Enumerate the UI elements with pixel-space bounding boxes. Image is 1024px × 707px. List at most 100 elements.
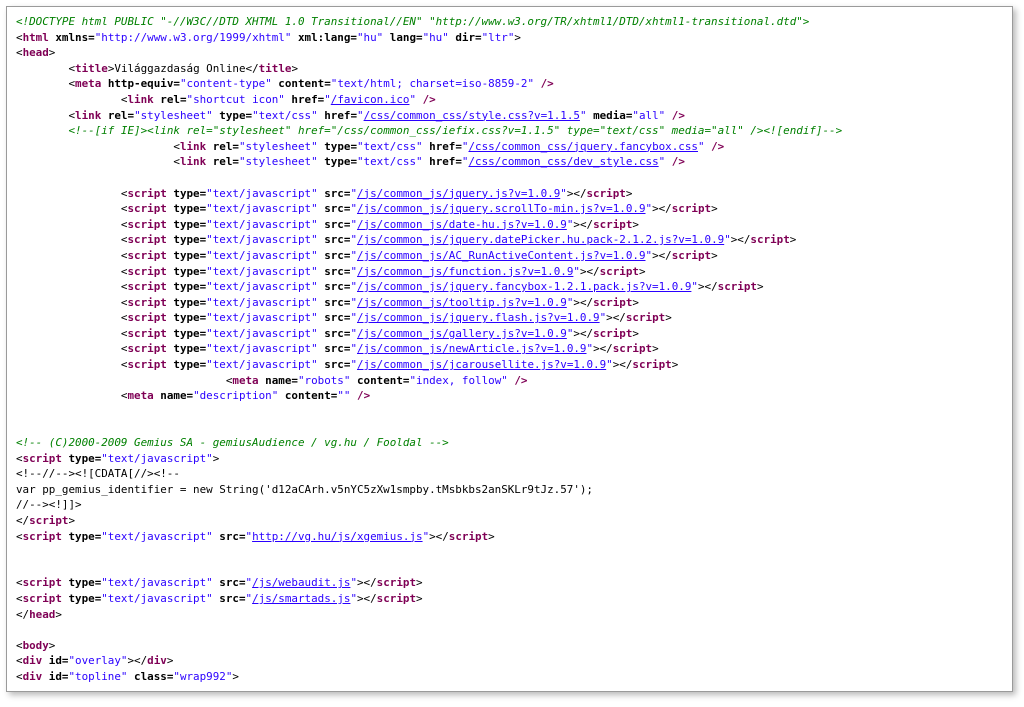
code-punctuation: > [711,248,718,262]
code-text: <!--//--><![CDATA[//><!-- [16,467,180,481]
code-link[interactable]: /js/common_js/newArticle.js?v=1.0.9 [357,342,587,355]
code-link[interactable]: /js/common_js/jcarousellite.js?v=1.0.9 [357,358,606,371]
code-tag: script [599,264,639,278]
code-punctuation: ></ [429,529,449,543]
code-line: <meta name="description" content="" /> [16,388,842,404]
code-punctuation: ></ [127,654,148,668]
code-attribute: content= [271,77,331,91]
code-value: "text/javascript" [101,529,213,543]
code-tag: script [586,186,626,200]
code-comment: <!--[if IE]><link rel="stylesheet" href=… [68,124,843,138]
code-tag: div [22,669,43,683]
code-link[interactable]: /js/common_js/jquery.js?v=1.0.9 [357,187,560,200]
code-punctuation: ></ [606,311,626,325]
code-link[interactable]: /css/common_css/jquery.fancybox.css [468,140,698,153]
code-link[interactable]: /js/common_js/jquery.scrollTo-min.js?v=1… [357,202,646,215]
code-link[interactable]: /css/common_css/dev_style.css [468,155,658,168]
code-link[interactable]: /js/webaudit.js [252,576,350,589]
code-link[interactable]: /js/common_js/jquery.flash.js?v=1.0.9 [357,311,600,324]
code-tag: script [127,217,167,231]
code-link[interactable]: /js/common_js/jquery.fancybox-1.2.1.pack… [357,280,691,293]
code-attribute: src= [317,186,351,200]
code-tag: script [127,326,167,340]
code-tag: script [127,295,167,309]
code-text: Világgazdaság Online [114,61,246,75]
code-attribute: type= [166,280,207,294]
code-punctuation: ></ [579,264,600,278]
code-line: <script type="text/javascript" src="/js/… [16,341,842,357]
code-value: "text/javascript" [206,326,318,340]
code-attribute: rel= [153,92,187,106]
code-tag: script [127,264,167,278]
code-line: <script type="text/javascript" src="/js/… [16,591,842,607]
code-attribute: src= [317,233,351,247]
code-link[interactable]: /js/common_js/gallery.js?v=1.0.9 [357,327,567,340]
code-line: //--><!]]> [16,497,842,513]
code-line: <html xmlns="http://www.w3.org/1999/xhtm… [16,30,842,46]
code-tag: script [127,311,167,325]
code-link[interactable]: /js/common_js/AC_RunActiveContent.js?v=1… [357,249,646,262]
code-line: <!-- (C)2000-2009 Gemius SA - gemiusAudi… [16,435,842,451]
code-punctuation: ></ [612,358,633,372]
code-value: "text/javascript" [206,264,318,278]
code-value: "text/javascript" [206,186,318,200]
code-tag: script [632,358,672,372]
code-attribute: content= [350,373,410,387]
code-link[interactable]: http://vg.hu/js/xgemius.js [252,530,422,543]
code-attribute: lang= [383,30,423,44]
code-link[interactable]: /js/common_js/tooltip.js?v=1.0.9 [357,296,567,309]
code-punctuation: </ [16,607,30,621]
code-attribute: type= [166,202,207,216]
code-punctuation: ></ [730,233,751,247]
code-attribute: type= [166,264,207,278]
code-line: <script type="text/javascript" src="/js/… [16,186,842,202]
code-value: "all" [632,108,666,122]
code-attribute: src= [317,217,351,231]
code-link[interactable]: /js/common_js/function.js?v=1.0.9 [357,265,573,278]
code-line: <script type="text/javascript" src="/js/… [16,264,842,280]
code-punctuation: > [212,451,220,465]
code-tag: script [22,591,62,605]
code-tag: script [127,342,167,356]
code-tag: head [22,46,49,60]
code-tag: /> [357,389,371,403]
code-attribute: xmlns= [48,30,95,44]
code-link[interactable]: /css/common_css/style.css?v=1.1.5 [364,109,580,122]
code-punctuation: > [652,342,659,356]
code-value: "text/javascript" [206,295,318,309]
code-tag: script [593,217,633,231]
code-line: <!DOCTYPE html PUBLIC "-//W3C//DTD XHTML… [16,14,842,30]
code-link[interactable]: /js/smartads.js [252,592,350,605]
code-attribute: type= [166,217,207,231]
code-attribute: src= [212,529,246,543]
code-line: <head> [16,45,842,61]
code-link[interactable]: /js/common_js/date-hu.js?v=1.0.9 [357,218,567,231]
code-link[interactable]: /js/common_js/jquery.datePicker.hu.pack-… [357,233,724,246]
code-tag: script [127,186,167,200]
code-punctuation: </ [245,61,259,75]
code-tag: script [127,280,167,294]
code-link[interactable]: /favicon.ico [331,93,410,106]
code-attribute: rel= [206,155,239,169]
code-tag: /> [671,108,685,122]
code-value: "text/javascript" [206,342,318,356]
code-value: "text/html; charset=iso-8859-2" [330,77,535,91]
code-line: <script type="text/javascript" src="/js/… [16,310,842,326]
code-value: "robots" [297,373,351,387]
code-attribute: http-equiv= [101,77,180,91]
code-tag: link [179,139,207,153]
